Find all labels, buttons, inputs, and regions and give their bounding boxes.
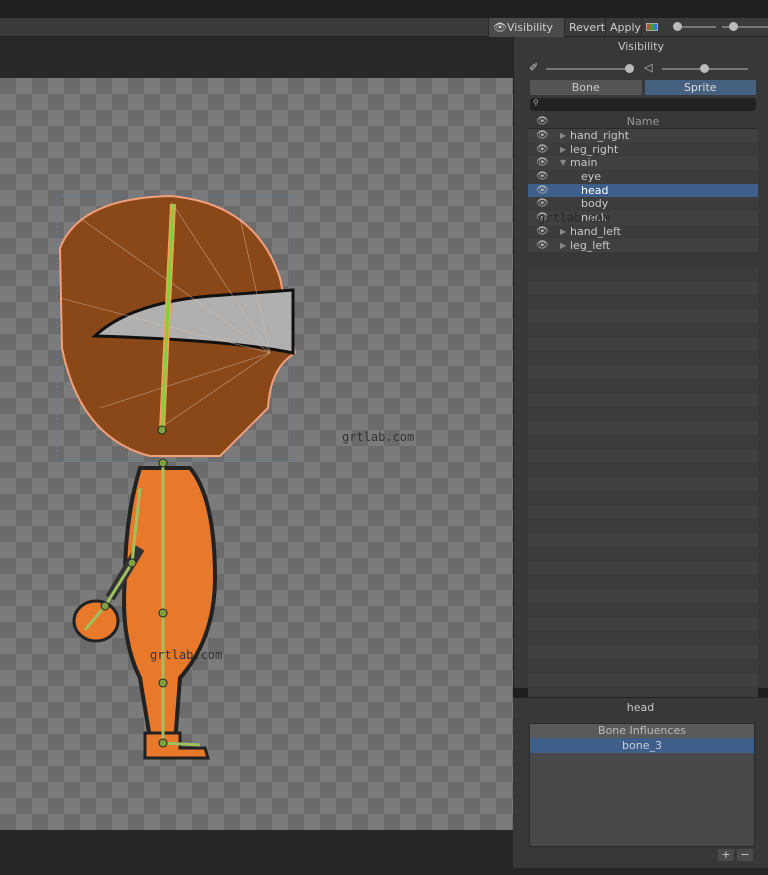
eye-icon[interactable]: 👁 — [536, 129, 549, 143]
search-input[interactable]: ⚲ — [530, 98, 756, 111]
add-influence-button[interactable]: + — [718, 849, 734, 861]
list-item[interactable]: 👁 ▶ hand_left — [528, 224, 758, 239]
skinning-canvas[interactable]: grtlab.com grtlab.com — [0, 78, 513, 830]
remove-influence-button[interactable]: − — [737, 849, 753, 861]
list-item[interactable]: 👁 ▶ leg_left — [528, 238, 758, 253]
tab-sprite[interactable]: Sprite — [644, 80, 756, 95]
list-item[interactable]: 👁 body — [528, 197, 758, 212]
list-item[interactable]: 👁 head — [528, 183, 758, 198]
character-sprite — [56, 194, 297, 760]
skinning-toolbar: 👁Visibility Revert Apply — [0, 18, 768, 37]
body-sprite — [72, 466, 218, 760]
list-item-label: leg_right — [570, 142, 619, 156]
expand-arrow-icon[interactable]: ▼ — [560, 156, 566, 170]
bone-influences-header: Bone Influences — [530, 724, 754, 738]
brush-slider[interactable] — [676, 26, 716, 28]
tab-bone[interactable]: Bone — [530, 80, 642, 95]
bone-influence-panel: head Bone Influences bone_3 + − — [513, 697, 768, 868]
color-icon — [646, 23, 658, 31]
revert-button[interactable]: Revert — [564, 18, 605, 37]
collapse-arrow-icon[interactable]: ▶ — [560, 143, 566, 157]
sprite-opacity-knob[interactable] — [700, 64, 709, 73]
eye-icon[interactable]: 👁 — [536, 225, 549, 239]
eye-icon[interactable]: 👁 — [536, 170, 549, 184]
list-item[interactable]: 👁 ▶ leg_right — [528, 142, 758, 157]
list-item-label: leg_left — [570, 238, 611, 252]
list-item[interactable]: 👁 ▶ hand_right — [528, 129, 758, 143]
eye-icon[interactable]: 👁 — [536, 143, 549, 157]
bone-influence-list: Bone Influences bone_3 — [529, 723, 755, 847]
viewport-header — [0, 37, 513, 78]
watermark: grtlab.com — [538, 211, 611, 225]
title-strip — [0, 0, 768, 18]
eye-icon[interactable]: 👁 — [536, 115, 549, 129]
bone-opacity-icon: ✐ — [529, 61, 539, 74]
collapse-arrow-icon[interactable]: ▶ — [560, 239, 566, 253]
head-sprite — [58, 194, 297, 457]
sprite-opacity-icon: ◁ — [644, 61, 653, 74]
eye-icon: 👁 — [493, 21, 507, 34]
search-icon: ⚲ — [533, 98, 539, 107]
list-item[interactable]: 👁 ▼ main — [528, 156, 758, 171]
list-item-label: hand_left — [570, 224, 621, 238]
eye-icon[interactable]: 👁 — [536, 156, 549, 170]
visibility-tabs: Bone Sprite — [530, 80, 756, 95]
list-background — [528, 267, 758, 697]
list-item-label: head — [581, 183, 609, 197]
visibility-panel: Visibility ✐ ◁ Bone Sprite ⚲ 👁 Name 👁 ▶ han… — [513, 37, 768, 697]
eye-icon[interactable]: 👁 — [536, 239, 549, 253]
list-item-label: eye — [581, 170, 602, 184]
bone-influence-item[interactable]: bone_3 — [530, 738, 754, 753]
list-header: 👁 Name — [528, 115, 758, 129]
watermark: grtlab.com — [342, 430, 415, 444]
list-item-label: hand_right — [570, 129, 630, 142]
list-item[interactable]: 👁 eye — [528, 170, 758, 184]
list-item-label: main — [570, 156, 598, 170]
visibility-button[interactable]: 👁Visibility — [488, 18, 564, 37]
column-name: Name — [626, 115, 660, 128]
collapse-arrow-icon[interactable]: ▶ — [560, 225, 566, 239]
panel-title: Visibility — [617, 40, 665, 53]
eye-icon[interactable]: 👁 — [536, 197, 549, 211]
sprite-list: 👁 Name 👁 ▶ hand_right 👁 ▶ leg_right 👁 ▼ main 👁 eye 👁… — [528, 115, 758, 253]
bone-opacity-slider[interactable] — [546, 68, 631, 70]
list-item-label: body — [581, 197, 609, 211]
color-toggle-button[interactable] — [641, 18, 667, 37]
collapse-arrow-icon[interactable]: ▶ — [560, 129, 566, 143]
brush-slider-knob[interactable] — [673, 22, 682, 31]
eye-icon[interactable]: 👁 — [536, 184, 549, 198]
apply-button[interactable]: Apply — [605, 18, 641, 37]
watermark: grtlab.com — [150, 648, 223, 662]
selected-sprite-title: head — [626, 701, 655, 714]
bone-opacity-knob[interactable] — [625, 64, 634, 73]
zoom-slider-knob[interactable] — [729, 22, 738, 31]
